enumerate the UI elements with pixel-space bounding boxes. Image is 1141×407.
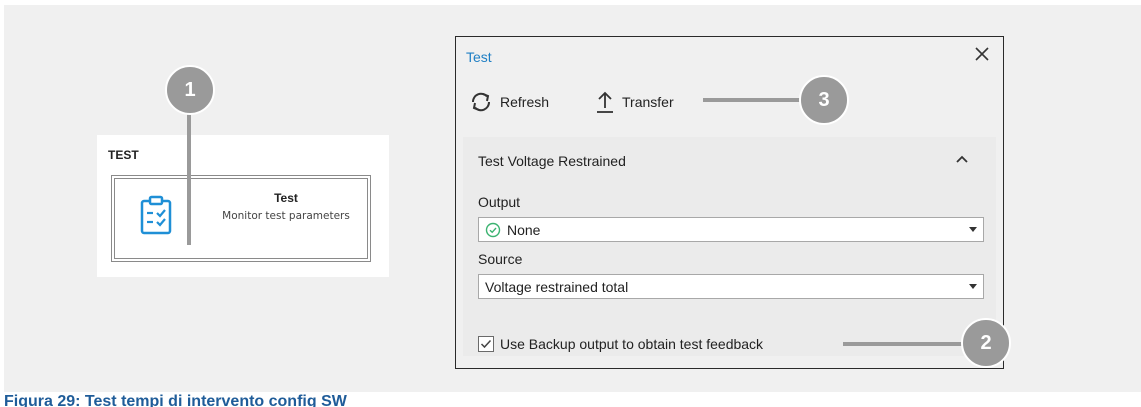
close-icon[interactable] [973, 45, 991, 63]
tile-subtitle: Monitor test parameters [222, 210, 350, 222]
refresh-button[interactable]: Refresh [468, 89, 549, 115]
dropdown-arrow-icon [969, 284, 977, 289]
callout-2-leader [843, 342, 966, 346]
chevron-up-icon[interactable] [952, 151, 972, 167]
check-circle-icon [485, 222, 501, 237]
clipboard-checklist-icon [140, 195, 172, 235]
checkmark-icon [480, 339, 492, 349]
test-dialog: Test Refresh Transfer Test Voltage Restr… [455, 36, 1004, 369]
checkbox-box[interactable] [478, 336, 494, 352]
source-select[interactable]: Voltage restrained total [478, 274, 984, 299]
output-value: None [507, 221, 541, 238]
refresh-label: Refresh [500, 94, 550, 110]
output-select[interactable]: None [478, 217, 984, 242]
callout-3-leader [703, 98, 807, 102]
callout-badge-2: 2 [961, 318, 1011, 368]
callout-badge-1: 1 [165, 65, 215, 115]
refresh-icon [471, 92, 491, 112]
dialog-title: Test [466, 49, 492, 65]
test-voltage-restrained-section: Test Voltage Restrained Output None Sour… [463, 137, 996, 356]
source-label: Source [478, 251, 523, 267]
section-title: Test Voltage Restrained [478, 153, 626, 169]
transfer-label: Transfer [622, 94, 674, 110]
dropdown-arrow-icon [969, 227, 977, 232]
figure-caption: Figura 29: Test tempi di intervento conf… [4, 393, 347, 407]
backup-checkbox-label: Use Backup output to obtain test feedbac… [500, 336, 764, 352]
upload-arrow-icon [597, 91, 613, 113]
output-label: Output [478, 194, 521, 210]
tile-title: Test [274, 191, 298, 205]
transfer-button[interactable]: Transfer [594, 89, 674, 115]
callout-badge-3: 3 [799, 75, 849, 125]
source-value: Voltage restrained total [485, 278, 629, 295]
backup-output-checkbox[interactable]: Use Backup output to obtain test feedbac… [478, 336, 763, 352]
test-tile-panel: TEST Test Monitor test parameters [97, 135, 389, 277]
tile-section-heading: TEST [108, 148, 139, 162]
test-tile-card[interactable]: Test Monitor test parameters [111, 175, 371, 262]
callout-1-leader [187, 111, 191, 245]
